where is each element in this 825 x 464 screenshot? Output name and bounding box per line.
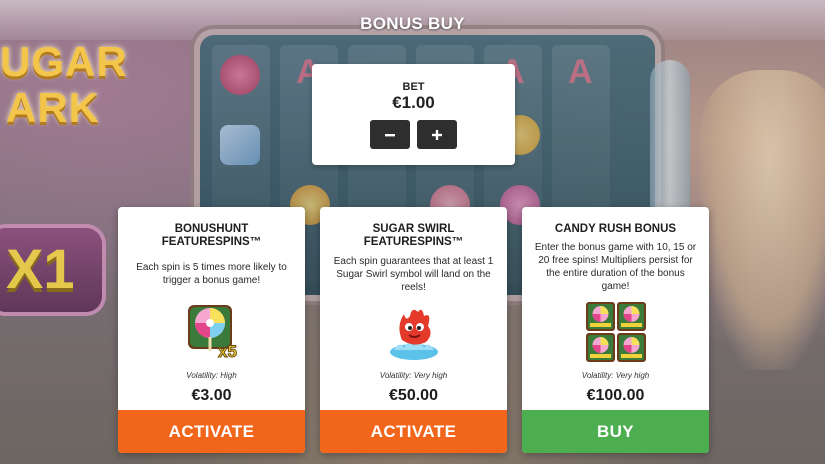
game-logo: UGAR ARK bbox=[0, 38, 128, 131]
sugar-swirl-character-icon bbox=[382, 300, 446, 364]
reel-letter-symbol: A bbox=[568, 53, 593, 91]
card-title: SUGAR SWIRL FEATURESPINS™ bbox=[363, 223, 464, 248]
svg-text:x5: x5 bbox=[218, 342, 237, 361]
bonushunt-card: BONUSHUNT FEATURESPINS™ Each spin is 5 t… bbox=[118, 207, 305, 453]
decrease-bet-button[interactable] bbox=[370, 120, 410, 149]
lollipop-x5-icon: x5 bbox=[180, 299, 244, 363]
volatility-label: Volatility: Very high bbox=[379, 371, 448, 380]
sugar-swirl-card: SUGAR SWIRL FEATURESPINS™ Each spin guar… bbox=[320, 207, 507, 453]
activate-bonushunt-button[interactable]: ACTIVATE bbox=[118, 410, 305, 453]
price-label: €3.00 bbox=[191, 387, 232, 404]
multiplier-badge: X1 bbox=[0, 228, 102, 312]
card-description: Each spin is 5 times more likely to trig… bbox=[136, 262, 287, 286]
multiplier-text: X1 bbox=[6, 237, 75, 300]
card-description: Enter the bonus game with 10, 15 or 20 f… bbox=[534, 242, 697, 292]
minus-icon bbox=[384, 129, 396, 141]
four-scatter-symbols-icon bbox=[584, 300, 648, 364]
volatility-label: Volatility: High bbox=[186, 371, 237, 380]
activate-sugar-swirl-button[interactable]: ACTIVATE bbox=[320, 410, 507, 453]
bet-value: €1.00 bbox=[392, 93, 435, 112]
volatility-label: Volatility: Very high bbox=[581, 371, 650, 380]
card-title: CANDY RUSH BONUS bbox=[554, 223, 677, 235]
card-description: Each spin guarantees that at least 1 Sug… bbox=[333, 256, 494, 293]
background-character bbox=[700, 70, 825, 370]
heart-candy-icon bbox=[220, 55, 260, 95]
card-title: BONUSHUNT FEATURESPINS™ bbox=[161, 223, 262, 248]
blue-candy-icon bbox=[220, 125, 260, 165]
screen-title: BONUS BUY bbox=[360, 14, 465, 33]
plus-icon bbox=[431, 129, 443, 141]
increase-bet-button[interactable] bbox=[417, 120, 457, 149]
bet-label: BET bbox=[402, 81, 425, 93]
price-label: €50.00 bbox=[389, 387, 438, 404]
buy-candy-rush-button[interactable]: BUY bbox=[522, 410, 709, 453]
bet-panel: BET €1.00 bbox=[312, 64, 515, 165]
price-label: €100.00 bbox=[586, 387, 645, 404]
candy-rush-card: CANDY RUSH BONUS Enter the bonus game wi… bbox=[522, 207, 709, 453]
